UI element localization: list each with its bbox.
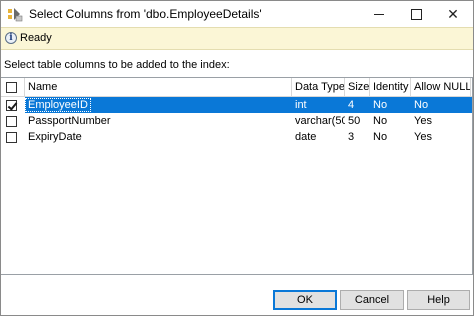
row-checkbox-cell[interactable]	[1, 129, 25, 145]
status-text: Ready	[20, 32, 52, 44]
header-size[interactable]: Size	[345, 78, 370, 96]
info-icon: i	[5, 32, 17, 44]
data-type-cell: date	[295, 131, 317, 143]
instruction-label: Select table columns to be added to the …	[4, 59, 230, 71]
data-type-cell: int	[295, 99, 307, 111]
column-name-cell: ExpiryDate	[25, 129, 292, 145]
column-name: PassportNumber	[28, 115, 111, 127]
maximize-icon	[410, 8, 422, 20]
row-checkbox[interactable]	[6, 99, 17, 111]
column-name-cell: EmployeeID	[25, 97, 292, 113]
close-icon: ✕	[447, 5, 459, 22]
grid-header: Name Data Type Size Identity Allow NULLs	[1, 78, 472, 97]
cancel-button[interactable]: Cancel	[340, 290, 404, 310]
minimize-button[interactable]	[359, 1, 399, 27]
columns-grid[interactable]: Name Data Type Size Identity Allow NULLs…	[1, 77, 473, 275]
header-identity[interactable]: Identity	[370, 78, 411, 96]
identity-cell: No	[373, 115, 388, 127]
size-cell: 50	[348, 115, 361, 127]
column-name-cell: PassportNumber	[25, 113, 292, 129]
size-cell: 3	[348, 131, 355, 143]
header-data-type[interactable]: Data Type	[292, 78, 345, 96]
header-select-all[interactable]	[1, 78, 25, 96]
table-row[interactable]: EmployeeID int 4 No No	[1, 97, 472, 113]
app-icon	[8, 8, 23, 22]
title-bar[interactable]: Select Columns from 'dbo.EmployeeDetails…	[1, 1, 473, 27]
ok-button[interactable]: OK	[273, 290, 337, 310]
select-all-checkbox[interactable]	[6, 81, 17, 93]
row-checkbox[interactable]	[6, 131, 17, 143]
data-type-cell: varchar(50)	[295, 115, 345, 127]
column-name: ExpiryDate	[28, 131, 82, 143]
allow-nulls-cell: Yes	[414, 131, 432, 143]
maximize-button[interactable]	[396, 1, 436, 27]
status-bar: i Ready	[1, 27, 473, 50]
identity-cell: No	[373, 131, 388, 143]
help-button[interactable]: Help	[407, 290, 470, 310]
header-name[interactable]: Name	[25, 78, 292, 96]
row-checkbox-cell[interactable]	[1, 97, 25, 113]
minimize-icon	[374, 13, 384, 15]
identity-cell: No	[373, 99, 388, 111]
row-checkbox[interactable]	[6, 115, 17, 127]
close-button[interactable]: ✕	[433, 1, 473, 27]
dialog-window: Select Columns from 'dbo.EmployeeDetails…	[0, 0, 474, 316]
column-name: EmployeeID	[25, 98, 91, 112]
allow-nulls-cell: No	[414, 99, 429, 111]
table-row[interactable]: PassportNumber varchar(50) 50 No Yes	[1, 113, 472, 129]
allow-nulls-cell: Yes	[414, 115, 432, 127]
window-title: Select Columns from 'dbo.EmployeeDetails…	[29, 7, 262, 21]
table-row[interactable]: ExpiryDate date 3 No Yes	[1, 129, 472, 145]
header-allow-nulls[interactable]: Allow NULLs	[411, 78, 471, 96]
size-cell: 4	[348, 99, 355, 111]
row-checkbox-cell[interactable]	[1, 113, 25, 129]
